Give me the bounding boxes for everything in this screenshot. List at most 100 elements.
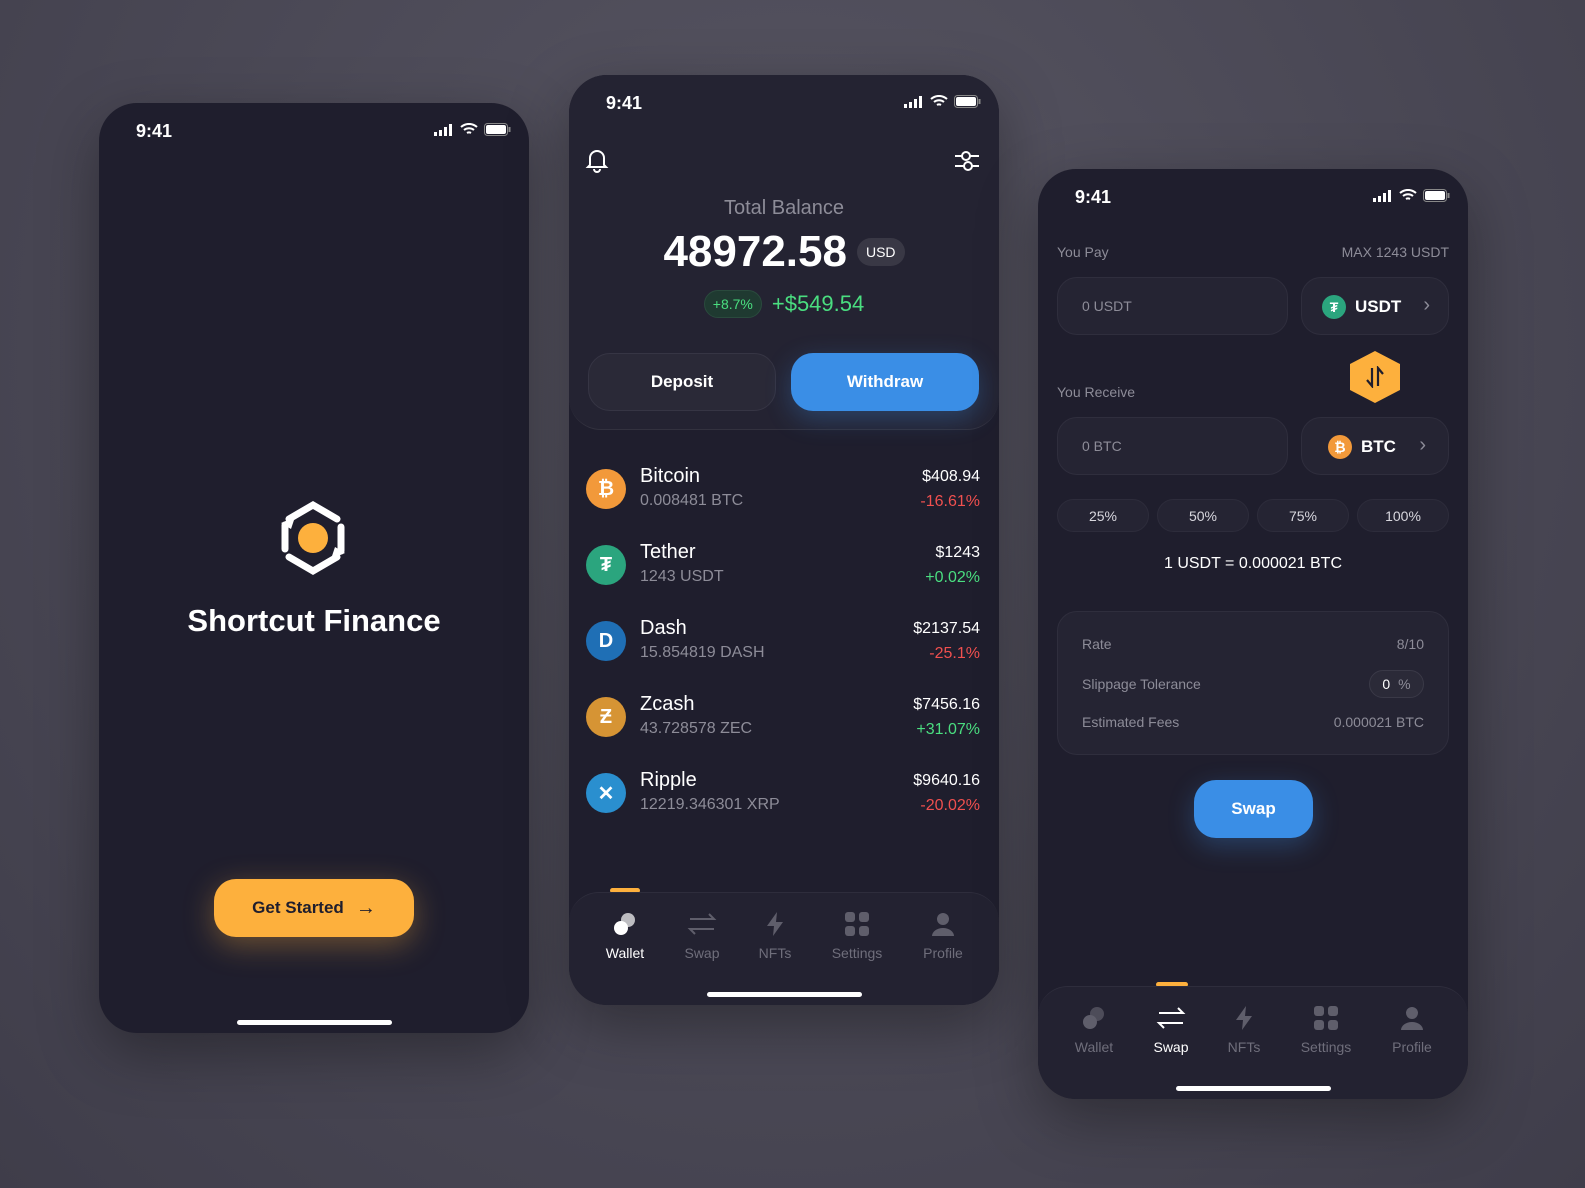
- bolt-icon: [1204, 1005, 1284, 1031]
- asset-row[interactable]: ✕ Ripple 12219.346301 XRP $9640.16 -20.0…: [569, 763, 999, 823]
- tab-label: NFTs: [1227, 1039, 1261, 1055]
- tab-nfts[interactable]: NFTs: [735, 911, 815, 961]
- chevron-right-icon: ›: [1419, 434, 1426, 456]
- tab-label: Wallet: [605, 945, 645, 961]
- asset-name: Bitcoin: [640, 465, 701, 487]
- tab-label: Settings: [1300, 1039, 1352, 1055]
- signal-icon: [434, 123, 452, 136]
- receive-amount-input[interactable]: 0 BTC: [1057, 417, 1288, 475]
- slippage-label: Slippage Tolerance: [1082, 676, 1201, 692]
- asset-amount: 43.728578 ZEC: [640, 720, 753, 737]
- status-time: 9:41: [136, 121, 173, 141]
- tab-swap[interactable]: Swap: [1131, 1005, 1211, 1055]
- tab-label: Profile: [923, 945, 963, 961]
- status-icons: [434, 123, 511, 136]
- asset-row[interactable]: D Dash 15.854819 DASH $2137.54 -25.1%: [569, 611, 999, 671]
- bitcoin-icon: ₿: [586, 469, 626, 509]
- tab-wallet[interactable]: Wallet: [585, 911, 665, 961]
- pay-token-label: USDT: [1355, 297, 1402, 316]
- percent-75-button[interactable]: 75%: [1257, 499, 1349, 532]
- asset-value: $1243: [935, 544, 981, 561]
- rate-row: Rate 8/10: [1082, 636, 1424, 652]
- bell-icon[interactable]: [585, 147, 609, 173]
- rate-value: 8/10: [1396, 636, 1424, 652]
- status-time: 9:41: [1075, 187, 1112, 207]
- asset-change: +31.07%: [916, 721, 980, 738]
- get-started-button[interactable]: Get Started →: [214, 879, 414, 937]
- tether-icon: ₮: [586, 545, 626, 585]
- tab-label: NFTs: [758, 945, 792, 961]
- asset-row[interactable]: ₮ Tether 1243 USDT $1243 +0.02%: [569, 535, 999, 595]
- slippage-row: Slippage Tolerance 0%: [1082, 670, 1424, 698]
- max-label[interactable]: MAX 1243 USDT: [1342, 244, 1449, 260]
- bitcoin-icon: ₿: [1328, 435, 1352, 459]
- wifi-icon: [930, 95, 948, 106]
- swap-screen: 9:41 You Pay MAX 1243 USDT 0 USDT ₮ USDT…: [1038, 169, 1468, 1099]
- swap-icon: [662, 911, 742, 937]
- change-amount: +$549.54: [771, 291, 865, 316]
- percent-100-button[interactable]: 100%: [1357, 499, 1449, 532]
- deposit-button[interactable]: Deposit: [588, 353, 776, 411]
- change-pct-badge: +8.7%: [703, 290, 762, 318]
- tab-bar: Wallet Swap NFTs Settings Profile: [569, 892, 999, 1005]
- asset-value: $408.94: [922, 468, 980, 485]
- zcash-icon: Ƶ: [586, 697, 626, 737]
- battery-icon: [1423, 189, 1450, 202]
- swap-arrows-icon: [1366, 366, 1384, 388]
- tab-wallet[interactable]: Wallet: [1054, 1005, 1134, 1055]
- wifi-icon: [1399, 189, 1417, 200]
- app-title: Shortcut Finance: [187, 603, 441, 638]
- tab-nfts[interactable]: NFTs: [1204, 1005, 1284, 1055]
- slippage-input[interactable]: 0%: [1369, 670, 1424, 698]
- asset-change: +0.02%: [925, 569, 980, 586]
- asset-row[interactable]: Ƶ Zcash 43.728578 ZEC $7456.16 +31.07%: [569, 687, 999, 747]
- asset-name: Dash: [640, 617, 687, 639]
- chevron-right-icon: ›: [1423, 294, 1430, 316]
- pay-amount-input[interactable]: 0 USDT: [1057, 277, 1288, 335]
- tether-icon: ₮: [1322, 295, 1346, 319]
- pay-token-select[interactable]: ₮ USDT ›: [1301, 277, 1449, 335]
- fees-label: Estimated Fees: [1082, 714, 1180, 730]
- ripple-icon: ✕: [586, 773, 626, 813]
- asset-change: -16.61%: [920, 493, 980, 510]
- asset-name: Tether: [640, 541, 696, 563]
- home-indicator: [707, 992, 862, 997]
- asset-amount: 15.854819 DASH: [640, 644, 765, 661]
- asset-amount: 12219.346301 XRP: [640, 796, 780, 813]
- get-started-label: Get Started: [252, 898, 344, 917]
- receive-token-select[interactable]: ₿ BTC ›: [1301, 417, 1449, 475]
- tab-bar: Wallet Swap NFTs Settings Profile: [1038, 986, 1468, 1099]
- percent-25-button[interactable]: 25%: [1057, 499, 1149, 532]
- fees-row: Estimated Fees 0.000021 BTC: [1082, 714, 1424, 730]
- swap-button[interactable]: Swap: [1194, 780, 1313, 838]
- asset-value: $9640.16: [913, 772, 980, 789]
- dash-icon: D: [586, 621, 626, 661]
- slippage-value: 0: [1382, 676, 1391, 692]
- status-icons: [904, 95, 981, 108]
- asset-name: Ripple: [640, 769, 697, 791]
- sliders-icon[interactable]: [954, 148, 980, 174]
- tab-settings[interactable]: Settings: [1286, 1005, 1366, 1055]
- asset-value: $2137.54: [913, 620, 980, 637]
- arrow-right-icon: →: [355, 896, 376, 919]
- swap-icon: [1131, 1005, 1211, 1031]
- asset-row[interactable]: ₿ Bitcoin 0.008481 BTC $408.94 -16.61%: [569, 459, 999, 519]
- tab-settings[interactable]: Settings: [817, 911, 897, 961]
- home-indicator: [1176, 1086, 1331, 1091]
- tab-swap[interactable]: Swap: [662, 911, 742, 961]
- tab-profile[interactable]: Profile: [903, 911, 983, 961]
- pay-placeholder: 0 USDT: [1082, 298, 1132, 314]
- change-row: +8.7% +$549.54: [569, 290, 999, 318]
- battery-icon: [484, 123, 511, 136]
- tab-profile[interactable]: Profile: [1372, 1005, 1452, 1055]
- currency-badge: USD: [856, 238, 905, 266]
- asset-change: -25.1%: [929, 645, 980, 662]
- swap-direction-button[interactable]: [1350, 351, 1400, 403]
- percent-50-button[interactable]: 50%: [1157, 499, 1249, 532]
- withdraw-button[interactable]: Withdraw: [791, 353, 979, 411]
- app-logo: [281, 500, 345, 576]
- slippage-unit: %: [1398, 676, 1411, 692]
- grid-icon: [1286, 1005, 1366, 1031]
- splash-screen: 9:41 Shortcut Finance Get Started →: [99, 103, 529, 1033]
- asset-amount: 0.008481 BTC: [640, 492, 744, 509]
